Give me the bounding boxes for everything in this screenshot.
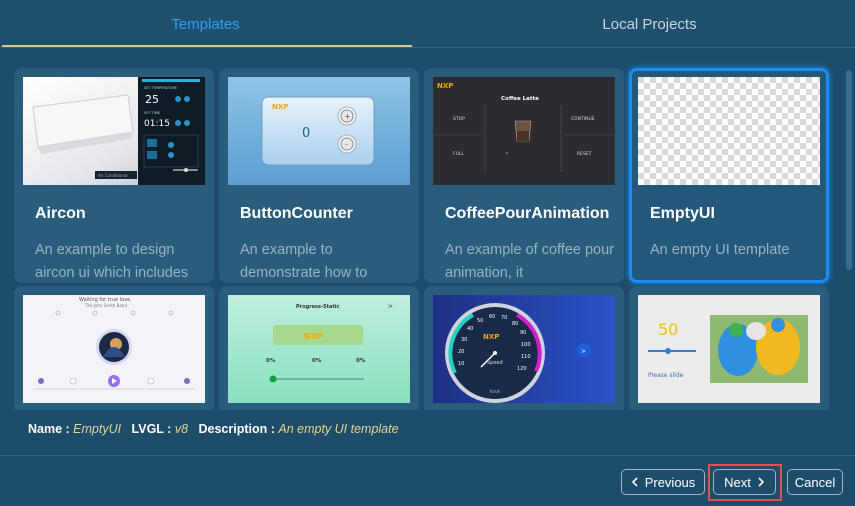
card-description: An empty UI template xyxy=(650,242,790,258)
svg-text:+: + xyxy=(344,112,351,121)
svg-text:0%: 0% xyxy=(266,358,276,364)
tab-bar: Templates Local Projects xyxy=(0,0,855,48)
selection-info: Name : EmptyUI LVGL : v8 Description : A… xyxy=(28,422,399,436)
svg-text:10: 10 xyxy=(458,361,464,367)
music-thumbnail: Waiting for true love The John Smith Ban… xyxy=(23,295,205,403)
template-card-musicplayer[interactable]: Waiting for true love The John Smith Ban… xyxy=(14,286,214,410)
card-title: ButtonCounter xyxy=(240,205,353,222)
tab-templates[interactable]: Templates xyxy=(0,0,411,48)
card-title: EmptyUI xyxy=(650,205,715,222)
card-title: Aircon xyxy=(35,205,86,222)
svg-text:70: 70 xyxy=(501,315,507,321)
svg-text:40: 40 xyxy=(467,326,473,332)
svg-text:NXP: NXP xyxy=(272,103,288,111)
cancel-button[interactable]: Cancel xyxy=(787,469,843,495)
chevron-left-icon xyxy=(631,475,639,490)
svg-text:NXP: NXP xyxy=(304,332,323,341)
svg-text:CONTINUE: CONTINUE xyxy=(571,116,595,122)
svg-text:0: 0 xyxy=(302,126,310,141)
svg-text:Air Conditioner: Air Conditioner xyxy=(98,173,128,178)
template-card-slider[interactable]: 50 Please slide xyxy=(629,286,829,410)
svg-text:NXP: NXP xyxy=(483,333,499,341)
description-label: Description : xyxy=(198,422,275,436)
active-tab-indicator xyxy=(2,45,412,47)
lvgl-label: LVGL : xyxy=(131,422,172,436)
template-card-aircon[interactable]: SET TEMPERATURE 25 SET TIME 01:15 Air Co… xyxy=(14,68,214,283)
cancel-label: Cancel xyxy=(794,474,836,490)
svg-text:20: 20 xyxy=(458,349,464,355)
svg-text:FULL: FULL xyxy=(453,151,464,157)
card-description: An example of coffee pour animation, it xyxy=(445,242,615,281)
coffee-thumbnail: NXP Coffee Latte STOP CONTINUE FULL RESE… xyxy=(433,77,615,185)
svg-text:The John Smith Band: The John Smith Band xyxy=(84,303,127,308)
svg-text:Speed: Speed xyxy=(487,360,503,366)
next-button[interactable]: Next xyxy=(713,469,776,495)
svg-text:Coffee Latte: Coffee Latte xyxy=(501,96,539,102)
svg-text:25: 25 xyxy=(145,93,159,106)
svg-text:-: - xyxy=(345,140,348,149)
svg-text:50: 50 xyxy=(658,320,678,339)
svg-text:50: 50 xyxy=(477,318,483,324)
template-grid: SET TEMPERATURE 25 SET TIME 01:15 Air Co… xyxy=(0,58,855,410)
footer-divider xyxy=(0,455,855,456)
svg-text:120: 120 xyxy=(517,366,527,372)
template-card-progressstatic[interactable]: Progress-Static > NXP 0% 0% 0% xyxy=(219,286,419,410)
svg-text:01:15: 01:15 xyxy=(144,119,170,129)
card-title: CoffeePourAnimation xyxy=(445,205,610,222)
svg-text:0%: 0% xyxy=(312,358,322,364)
svg-text:Km/h: Km/h xyxy=(490,389,501,394)
previous-label: Previous xyxy=(644,474,696,490)
description-value: An empty UI template xyxy=(278,422,399,436)
name-value: EmptyUI xyxy=(73,422,122,436)
svg-text:Progress-Static: Progress-Static xyxy=(296,304,339,310)
tab-local-projects[interactable]: Local Projects xyxy=(444,0,855,48)
svg-text:30: 30 xyxy=(461,337,467,343)
grid-scrollbar[interactable] xyxy=(846,70,852,270)
svg-text:Please slide: Please slide xyxy=(648,372,684,379)
template-card-speedometer[interactable]: 10 20 30 40 50 60 70 80 90 100 110 120 N… xyxy=(424,286,624,410)
lvgl-value: v8 xyxy=(174,422,189,436)
name-label: Name : xyxy=(28,422,70,436)
buttoncounter-thumbnail: NXP 0 + - xyxy=(228,77,410,185)
svg-text:STOP: STOP xyxy=(453,116,465,122)
svg-text:SET TEMPERATURE: SET TEMPERATURE xyxy=(144,86,177,90)
svg-text:>: > xyxy=(388,303,393,310)
svg-text:>: > xyxy=(581,348,586,355)
card-description: An example to design aircon ui which inc… xyxy=(35,242,189,281)
template-card-emptyui[interactable]: EmptyUI An empty UI template xyxy=(629,68,829,283)
svg-text:SET TIME: SET TIME xyxy=(144,111,160,115)
slider-thumbnail: 50 Please slide xyxy=(638,295,820,403)
emptyui-thumbnail xyxy=(638,77,820,185)
speedometer-thumbnail: 10 20 30 40 50 60 70 80 90 100 110 120 N… xyxy=(433,295,615,403)
aircon-thumbnail: SET TEMPERATURE 25 SET TIME 01:15 Air Co… xyxy=(23,77,205,185)
svg-text:60: 60 xyxy=(489,314,495,320)
previous-button[interactable]: Previous xyxy=(621,469,705,495)
svg-text:NXP: NXP xyxy=(437,82,453,90)
svg-text:110: 110 xyxy=(521,354,531,360)
svg-text:RESET: RESET xyxy=(577,151,592,157)
svg-text:100: 100 xyxy=(521,342,531,348)
template-card-buttoncounter[interactable]: NXP 0 + - ButtonCounter An example to de… xyxy=(219,68,419,283)
svg-text:80: 80 xyxy=(512,321,518,327)
card-description: An example to demonstrate how to xyxy=(240,242,368,281)
svg-text:90: 90 xyxy=(520,330,526,336)
next-label: Next xyxy=(724,474,751,490)
progress-thumbnail: Progress-Static > NXP 0% 0% 0% xyxy=(228,295,410,403)
chevron-right-icon xyxy=(757,475,765,490)
svg-text:0%: 0% xyxy=(356,358,366,364)
template-card-coffeepour[interactable]: NXP Coffee Latte STOP CONTINUE FULL RESE… xyxy=(424,68,624,283)
